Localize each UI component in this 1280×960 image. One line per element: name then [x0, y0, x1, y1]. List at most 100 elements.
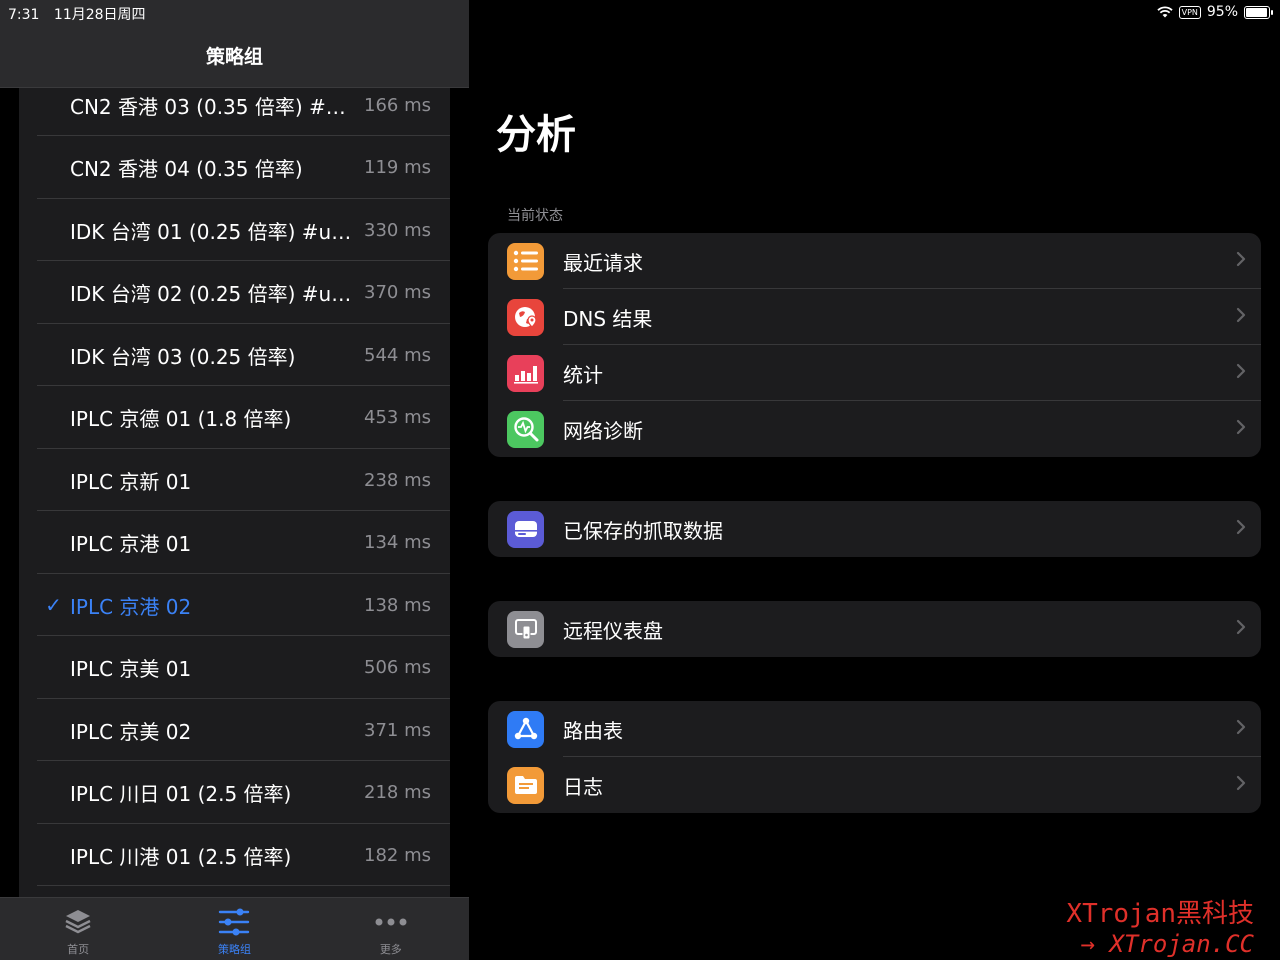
chevron-right-icon: [1221, 619, 1261, 640]
policy-name: IPLC 京新 01: [70, 469, 192, 494]
diagnose-icon: [507, 410, 544, 448]
policy-row[interactable]: CN2 香港 04 (0.35 倍率) 119 ms: [19, 137, 450, 199]
tab-more[interactable]: 更多: [313, 898, 469, 960]
tab-layers[interactable]: 首页: [0, 898, 156, 960]
wifi-icon: [1156, 6, 1173, 18]
menu-group: 已保存的抓取数据: [488, 501, 1261, 557]
battery-fill: [1246, 7, 1267, 17]
policy-row[interactable]: IPLC 川日 01 (2.5 倍率) 218 ms: [19, 762, 450, 824]
tab-label: 更多: [379, 943, 402, 956]
menu-group: 远程仪表盘: [488, 601, 1261, 657]
policy-row[interactable]: IPLC 京德 01 (1.8 倍率) 453 ms: [19, 387, 450, 449]
menu-row-label: 已保存的抓取数据: [563, 518, 723, 543]
list-icon: [507, 242, 544, 280]
menu-row-label: DNS 结果: [563, 306, 653, 331]
policy-row[interactable]: IDK 台湾 02 (0.25 倍率) #un... 370 ms: [19, 262, 450, 324]
policy-name: IDK 台湾 01 (0.25 倍率) #un...: [70, 219, 363, 244]
menu-row-label: 统计: [563, 362, 603, 387]
policy-name: IDK 台湾 02 (0.25 倍率) #un...: [70, 282, 363, 306]
page-title: 分析: [496, 112, 576, 158]
policy-name: CN2 香港 04 (0.35 倍率): [70, 157, 303, 181]
chevron-right-icon: [1221, 251, 1261, 272]
policy-row[interactable]: IPLC 京新 01 238 ms: [19, 449, 450, 511]
policy-latency: 544 ms: [364, 344, 431, 366]
chevron-right-icon: [1221, 363, 1261, 384]
section-label-current-status: 当前状态: [507, 208, 563, 224]
policy-latency: 134 ms: [364, 532, 431, 553]
policy-latency: 370 ms: [364, 282, 431, 303]
chevron-right-icon: [1221, 719, 1261, 740]
policy-row[interactable]: CN2 香港 03 (0.35 倍率) #u... 166 ms: [19, 88, 450, 136]
policy-latency: 453 ms: [364, 407, 431, 428]
chevron-right-icon: [1221, 419, 1261, 440]
policy-row[interactable]: IDK 台湾 03 (0.25 倍率) 544 ms: [19, 324, 450, 386]
chevron-right-icon: [1221, 307, 1261, 328]
policy-group-panel: 策略组 CN2 香港 03 (0.35 倍率) #u... 166 ms CN2 香…: [0, 0, 469, 960]
policy-list[interactable]: CN2 香港 03 (0.35 倍率) #u... 166 ms CN2 香港 04…: [19, 88, 450, 897]
policy-name: IPLC 川日 01 (2.5 倍率): [70, 782, 292, 806]
drive-icon: [507, 510, 544, 548]
policy-latency: 138 ms: [364, 594, 431, 616]
more-icon: [374, 906, 408, 938]
row-separator: [37, 885, 450, 886]
battery-icon: [1244, 5, 1273, 19]
policy-row[interactable]: IDK 台湾 01 (0.25 倍率) #un... 330 ms: [19, 199, 450, 261]
policy-latency: 119 ms: [364, 157, 431, 178]
policy-row[interactable]: IPLC 京美 01 506 ms: [19, 637, 450, 699]
chevron-right-icon: [1221, 775, 1261, 796]
menu-row-list[interactable]: 最近请求: [488, 233, 1261, 289]
policy-latency: 166 ms: [364, 94, 431, 116]
menu-row-bar-chart[interactable]: 统计: [488, 345, 1261, 401]
left-gutter: [0, 88, 19, 897]
menu-row-route[interactable]: 路由表: [488, 701, 1261, 757]
menu-row-label: 网络诊断: [563, 418, 643, 443]
folder-icon: [507, 766, 544, 804]
policy-latency: 182 ms: [364, 844, 431, 866]
policy-latency: 218 ms: [364, 782, 431, 803]
status-bar-right: VPN 95%: [1156, 4, 1273, 20]
remote-icon: [507, 610, 544, 648]
policy-name: CN2 香港 03 (0.35 倍率) #u...: [70, 94, 358, 119]
menu-row-label: 最近请求: [563, 250, 643, 275]
tab-label: 首页: [67, 943, 90, 956]
menu-row-remote[interactable]: 远程仪表盘: [488, 601, 1261, 657]
menu-group: 最近请求 DNS 结果 统计网络诊断: [488, 233, 1261, 457]
menu-row-diagnose[interactable]: 网络诊断: [488, 401, 1261, 457]
menu-row-folder[interactable]: 日志: [488, 757, 1261, 813]
policy-row[interactable]: ✓ IPLC 京港 02 138 ms: [19, 574, 450, 636]
menu-row-globe-pin[interactable]: DNS 结果: [488, 289, 1261, 345]
policy-name: IPLC 京德 01 (1.8 倍率): [70, 407, 292, 431]
policy-name: IPLC 京港 01: [70, 532, 192, 556]
policy-row[interactable]: IPLC 京港 01 134 ms: [19, 512, 450, 574]
status-bar-left: 7:31 11月28日周四: [8, 4, 156, 24]
route-icon: [507, 710, 544, 748]
vpn-badge: VPN: [1178, 5, 1201, 19]
policy-name: IPLC 京美 01: [70, 657, 192, 681]
watermark-line2: → XTrojan.CC: [1080, 930, 1254, 958]
menu-row-label: 路由表: [563, 718, 623, 743]
menu-row-drive[interactable]: 已保存的抓取数据: [488, 501, 1261, 557]
policy-name: IPLC 京港 02: [70, 594, 192, 619]
globe-pin-icon: [507, 298, 544, 336]
policy-row[interactable]: IPLC 川港 01 (2.5 倍率) 182 ms: [19, 824, 450, 886]
bar-chart-icon: [507, 354, 544, 392]
tab-label: 策略组: [217, 943, 251, 956]
right-gutter: [450, 88, 469, 897]
tab-sliders[interactable]: 策略组: [156, 898, 312, 960]
sliders-icon: [218, 906, 250, 938]
menu-row-label: 日志: [563, 774, 603, 799]
checkmark-icon: ✓: [45, 593, 62, 617]
analysis-panel: 分析 当前状态 最近请求 DNS 结果 统计网络诊断已保存的抓取数据 远程仪表盘路由表…: [469, 0, 1280, 960]
policy-latency: 330 ms: [364, 219, 431, 241]
status-time: 7:31: [8, 7, 40, 23]
tab-bar: 首页 策略组 更多: [0, 897, 469, 960]
chevron-right-icon: [1221, 519, 1261, 540]
battery-percent: 95%: [1206, 4, 1238, 20]
policy-row[interactable]: IPLC 京美 02 371 ms: [19, 699, 450, 761]
status-date: 11月28日周四: [53, 7, 146, 23]
policy-name: IPLC 京美 02: [70, 719, 192, 744]
menu-row-label: 远程仪表盘: [563, 618, 663, 643]
policy-name: IDK 台湾 03 (0.25 倍率): [70, 344, 296, 369]
policy-latency: 371 ms: [364, 719, 431, 741]
watermark: XTrojan黑科技 → XTrojan.CC: [1066, 893, 1254, 958]
